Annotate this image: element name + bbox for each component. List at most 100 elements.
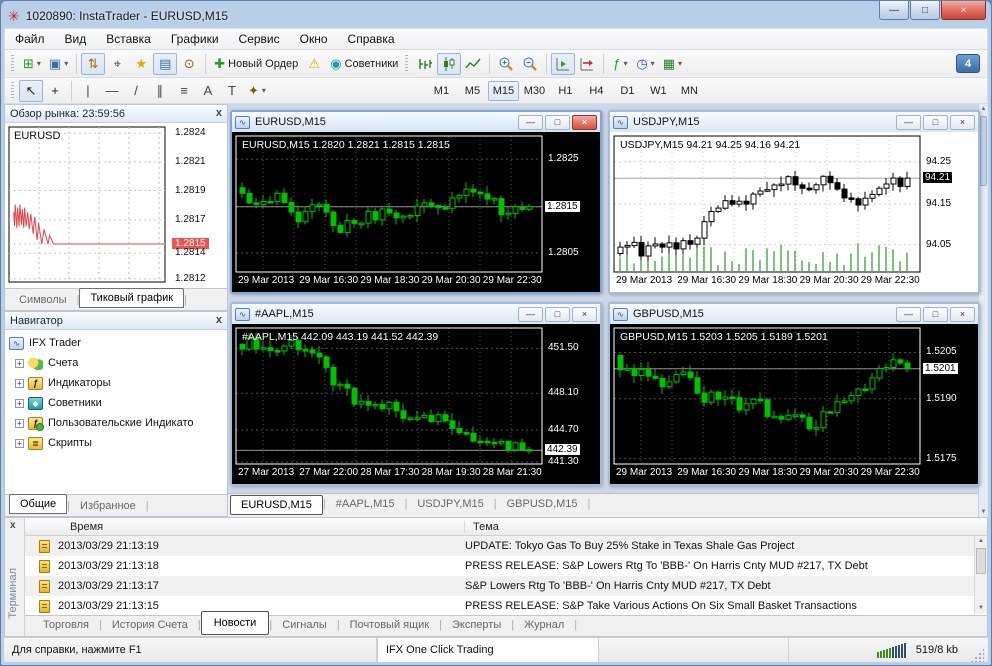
chart-window-USDJPY,M15[interactable]: ∿ USDJPY,M15 — □ × USDJPY,M15 94.21 94.25 94.… — [608, 110, 980, 294]
tree-root[interactable]: ∿ IFX Trader — [9, 333, 227, 353]
news-table-header[interactable]: Время Тема — [25, 518, 987, 536]
equidistant-channel-button[interactable]: ∥ — [148, 80, 172, 102]
chart-client-area[interactable]: #AAPL,M15 442.09 443.19 441.52 442.39 451… — [232, 324, 600, 484]
chart-close-button[interactable]: × — [572, 306, 597, 322]
expand-icon[interactable]: + — [15, 438, 24, 448]
alert-button[interactable]: ⚠ — [302, 53, 326, 75]
terminal-tab-Новости[interactable]: Новости — [200, 611, 270, 635]
chart-window-EURUSD,M15[interactable]: ∿ EURUSD,M15 — □ × EURUSD,M15 1.2820 1.2821 1… — [230, 110, 602, 294]
expand-icon[interactable]: + — [15, 418, 24, 428]
timeframe-d1[interactable]: D1 — [612, 81, 643, 101]
chart-client-area[interactable]: USDJPY,M15 94.21 94.25 94.16 94.21 94.25 9… — [610, 132, 978, 292]
market-watch-close-icon[interactable]: x — [216, 108, 222, 119]
tree-item-advisors[interactable]: + ◆ Советники — [9, 393, 227, 413]
chart-minimize-button[interactable]: — — [518, 306, 543, 322]
close-button[interactable]: × — [941, 1, 986, 20]
arrows-button[interactable]: ✦ ▾ — [244, 80, 270, 102]
chart-tab-GBPUSD,M15[interactable]: GBPUSD,M15 — [497, 495, 588, 513]
timeframe-mn[interactable]: MN — [674, 81, 705, 101]
data-window-button[interactable]: ⌖ — [105, 53, 129, 75]
terminal-tab-Сигналы[interactable]: Сигналы — [272, 617, 337, 633]
zoom-out-button[interactable] — [518, 53, 542, 75]
cursor-button[interactable]: ↖ — [19, 79, 43, 102]
chart-tab-#AAPL,M15[interactable]: #AAPL,M15 — [326, 495, 405, 513]
tick-chart[interactable]: EURUSD 1.2824 1.2821 1.2819 1.2817 1.2815 1.2… — [5, 123, 227, 288]
expand-icon[interactable]: + — [15, 398, 24, 408]
strategy-tester-button[interactable]: ⊙ — [177, 53, 201, 75]
scrollbar-thumb[interactable] — [980, 116, 987, 186]
text-label-button[interactable]: T — [220, 80, 244, 102]
menu-Окно[interactable]: Окно — [290, 30, 338, 48]
terminal-tab-Журнал[interactable]: Журнал — [514, 617, 574, 633]
chart-close-button[interactable]: × — [950, 306, 975, 322]
maximize-button[interactable]: □ — [910, 1, 940, 20]
chart-window-titlebar[interactable]: ∿ GBPUSD,M15 — □ × — [610, 304, 978, 324]
timeframe-w1[interactable]: W1 — [643, 81, 674, 101]
templates-button[interactable]: ▦ ▾ — [659, 53, 686, 75]
chart-client-area[interactable]: GBPUSD,M15 1.5203 1.5205 1.5189 1.5201 1.… — [610, 324, 978, 484]
terminal-close-icon[interactable]: x — [10, 520, 16, 531]
navigator-close-icon[interactable]: x — [216, 315, 222, 326]
chart-window-GBPUSD,M15[interactable]: ∿ GBPUSD,M15 — □ × GBPUSD,M15 1.5203 1.5205 1… — [608, 302, 980, 486]
news-row[interactable]: 2013/03/29 21:13:15 PRESS RELEASE: S&P Ta… — [25, 596, 987, 615]
news-row[interactable]: 2013/03/29 21:13:17 S&P Lowers Rtg To 'BB… — [25, 576, 987, 596]
auto-scroll-button[interactable] — [551, 52, 576, 75]
new-chart-button[interactable]: ⊞ ▾ — [19, 53, 45, 75]
bar-chart-button[interactable] — [413, 53, 437, 75]
timeframe-m5[interactable]: M5 — [457, 81, 488, 101]
chart-client-area[interactable]: EURUSD,M15 1.2820 1.2821 1.2815 1.2815 1.… — [232, 132, 600, 292]
resize-grip[interactable] — [970, 648, 984, 662]
text-button[interactable]: A — [196, 80, 220, 102]
trend-line-button[interactable]: / — [124, 80, 148, 102]
news-scroll-down-icon[interactable]: ▼ — [975, 603, 987, 614]
line-chart-button[interactable] — [461, 53, 485, 75]
scroll-up-icon[interactable]: ▲ — [979, 104, 988, 114]
timeframe-h4[interactable]: H4 — [581, 81, 612, 101]
menu-Файл[interactable]: Файл — [5, 30, 55, 48]
chart-restore-button[interactable]: □ — [923, 306, 948, 322]
timeframe-m30[interactable]: M30 — [519, 81, 550, 101]
expand-icon[interactable]: + — [15, 378, 24, 388]
crosshair-button[interactable]: + — [43, 80, 67, 102]
navigator-tab-Общие[interactable]: Общие — [9, 494, 68, 514]
chart-restore-button[interactable]: □ — [545, 114, 570, 130]
news-scrollbar[interactable]: ▲ ▼ — [974, 536, 987, 614]
column-time[interactable]: Время — [25, 520, 465, 533]
chart-close-button[interactable]: × — [950, 114, 975, 130]
terminal-tab-Торговля[interactable]: Торговля — [33, 617, 99, 633]
new-order-button[interactable]: ✚ Новый Ордер — [210, 53, 302, 75]
expand-icon[interactable]: + — [15, 358, 24, 368]
chart-window-titlebar[interactable]: ∿ EURUSD,M15 — □ × — [232, 112, 600, 132]
chart-restore-button[interactable]: □ — [545, 306, 570, 322]
chart-window-titlebar[interactable]: ∿ #AAPL,M15 — □ × — [232, 304, 600, 324]
advisors-button[interactable]: ◉ Советники — [326, 53, 402, 75]
terminal-tab-Эксперты[interactable]: Эксперты — [442, 617, 511, 633]
market-watch-tab-Символы[interactable]: Символы — [9, 292, 77, 308]
minimize-button[interactable]: — — [879, 1, 909, 20]
chart-tab-EURUSD,M15[interactable]: EURUSD,M15 — [230, 495, 323, 515]
fibonacci-button[interactable]: ≡ — [172, 80, 196, 102]
chart-tab-USDJPY,M15[interactable]: USDJPY,M15 — [407, 495, 493, 513]
profiles-button[interactable]: ▣ ▾ — [45, 53, 72, 75]
chart-shift-button[interactable] — [575, 53, 599, 75]
candle-chart-button[interactable] — [437, 52, 462, 75]
terminal-tab-История Счета[interactable]: История Счета — [102, 617, 198, 633]
tree-item-custom[interactable]: + ƒ Пользовательские Индикато — [9, 413, 227, 433]
menu-Графики[interactable]: Графики — [161, 30, 229, 48]
navigator-toggle-button[interactable]: ▤ — [153, 52, 178, 75]
news-row[interactable]: 2013/03/29 21:13:18 PRESS RELEASE: S&P Lo… — [25, 556, 987, 576]
titlebar[interactable]: ✳ 1020890: InstaTrader - EURUSD,M15 — □ × — [4, 1, 988, 28]
chart-restore-button[interactable]: □ — [923, 114, 948, 130]
menu-Справка[interactable]: Справка — [338, 30, 405, 48]
chart-minimize-button[interactable]: — — [518, 114, 543, 130]
chart-minimize-button[interactable]: — — [896, 114, 921, 130]
periods-button[interactable]: ◷ ▾ — [632, 53, 658, 75]
zoom-in-button[interactable] — [494, 53, 518, 75]
horizontal-line-button[interactable]: — — [100, 80, 124, 102]
notifications-button[interactable]: 4 — [956, 54, 980, 73]
market-watch-toggle-button[interactable]: ⇅ — [81, 52, 106, 75]
chart-close-button[interactable]: × — [572, 114, 597, 130]
news-row[interactable]: 2013/03/29 21:13:19 UPDATE: Tokyo Gas To … — [25, 536, 987, 556]
tree-item-indicators[interactable]: + ƒ Индикаторы — [9, 373, 227, 393]
menu-Вид[interactable]: Вид — [55, 30, 97, 48]
